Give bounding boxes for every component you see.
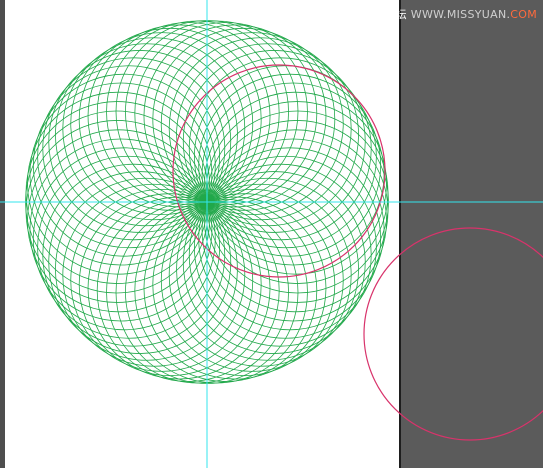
watermark-cn: 思缘设计论坛 bbox=[339, 8, 407, 21]
detached-circle[interactable] bbox=[363, 227, 543, 441]
spirograph-circle[interactable] bbox=[29, 82, 213, 266]
spirograph-circle[interactable] bbox=[29, 138, 213, 322]
drawing-layer[interactable] bbox=[0, 0, 543, 468]
watermark-url-prefix: WWW.MISSYUAN. bbox=[410, 8, 511, 21]
canvas-stage: 思缘设计论坛 WWW.MISSYUAN.COM bbox=[0, 0, 543, 468]
watermark-url-suffix: COM bbox=[510, 8, 537, 21]
spirograph-circle[interactable] bbox=[143, 24, 327, 208]
spirograph-circle[interactable] bbox=[143, 196, 327, 380]
spirograph-circle[interactable] bbox=[201, 138, 385, 322]
spirograph-circle[interactable] bbox=[87, 24, 271, 208]
spirograph-circle[interactable] bbox=[87, 196, 271, 380]
watermark: 思缘设计论坛 WWW.MISSYUAN.COM bbox=[339, 6, 537, 22]
spirograph-circle[interactable] bbox=[201, 82, 385, 266]
